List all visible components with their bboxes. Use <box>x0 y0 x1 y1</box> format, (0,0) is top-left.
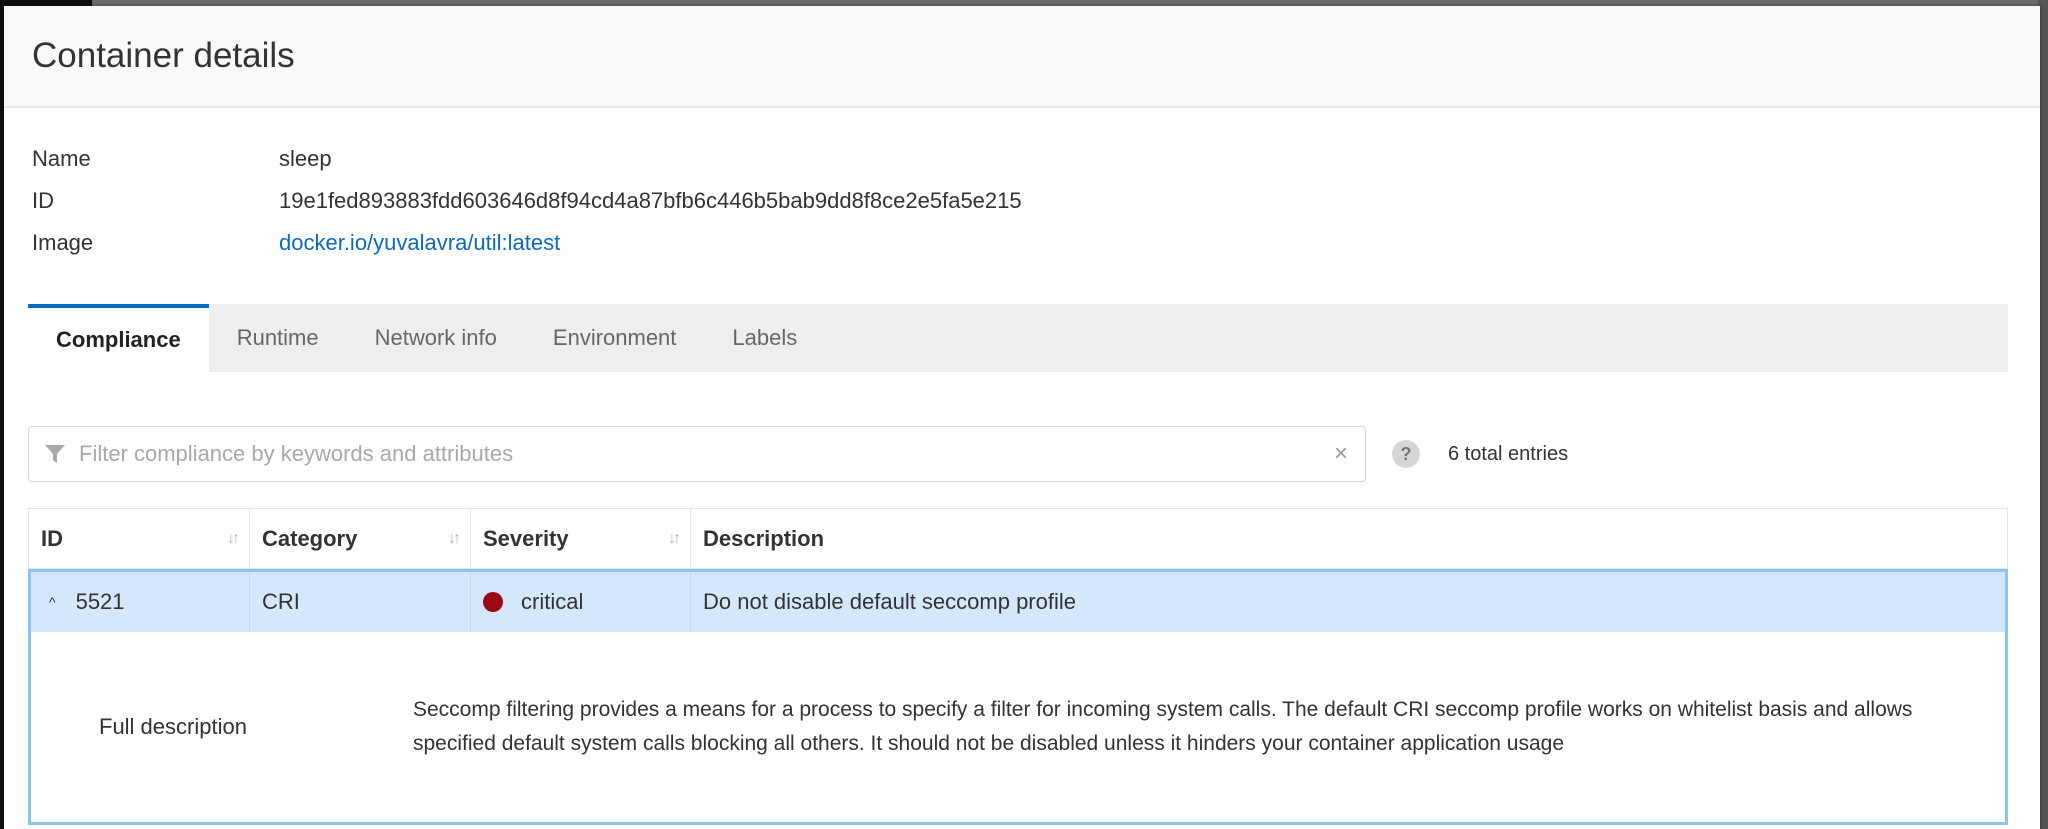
detail-label: Name <box>32 146 91 171</box>
cell-description: Do not disable default seccomp profile <box>703 589 1076 614</box>
column-header-description: Description <box>691 509 2008 568</box>
container-name-value: sleep <box>279 146 332 171</box>
modal-header: Container details <box>4 6 2040 108</box>
column-label: ID <box>41 525 63 551</box>
column-label: Severity <box>483 525 569 551</box>
sort-icon[interactable]: ↓↑ <box>668 530 681 548</box>
compliance-table: ID ↓↑ Category ↓↑ Severity ↓↑ Descriptio… <box>28 508 2008 825</box>
full-description-text: Seccomp filtering provides a means for a… <box>413 698 1913 755</box>
sort-icon[interactable]: ↓↑ <box>448 530 461 548</box>
tab-network-info[interactable]: Network info <box>347 304 525 372</box>
detail-label: Image <box>32 230 94 255</box>
detail-row-id: ID 19e1fed893883fdd603646d8f94cd4a87bfb6… <box>32 180 2040 222</box>
tab-bar: Compliance Runtime Network info Environm… <box>28 304 2008 372</box>
collapse-caret-icon[interactable]: ^ <box>49 594 56 610</box>
table-row[interactable]: ^ 5521 CRI critical Do not disable defau… <box>31 572 2005 632</box>
compliance-id: 5521 <box>75 589 125 614</box>
filter-row: × ? 6 total entries <box>28 426 2008 482</box>
details-section: Name sleep ID 19e1fed893883fdd603646d8f9… <box>4 108 2040 264</box>
table-header: ID ↓↑ Category ↓↑ Severity ↓↑ Descriptio… <box>28 509 2008 569</box>
total-entries-count: 6 total entries <box>1448 442 1569 465</box>
detail-row-image: Image docker.io/yuvalavra/util:latest <box>32 222 2040 264</box>
column-header-category[interactable]: Category ↓↑ <box>250 509 471 568</box>
filter-box: × <box>28 426 1366 482</box>
cell-category: CRI <box>250 572 471 632</box>
cell-id: ^ 5521 <box>31 572 250 632</box>
modal-title: Container details <box>32 36 295 75</box>
full-description-label: Full description <box>99 714 247 739</box>
filter-input[interactable] <box>79 441 1317 467</box>
row-details: Full description Seccomp filtering provi… <box>31 632 2005 822</box>
tab-labels[interactable]: Labels <box>704 304 825 372</box>
tab-compliance[interactable]: Compliance <box>28 304 209 372</box>
severity-critical-icon <box>483 592 503 612</box>
container-id-value: 19e1fed893883fdd603646d8f94cd4a87bfb6c44… <box>279 188 1022 213</box>
expanded-row-container: ^ 5521 CRI critical Do not disable defau… <box>28 569 2008 825</box>
column-label: Description <box>703 525 825 551</box>
clear-filter-button[interactable]: × <box>1317 427 1365 481</box>
detail-label: ID <box>32 188 54 213</box>
severity-label: critical <box>521 589 584 614</box>
cell-severity: critical <box>471 572 691 632</box>
column-header-severity[interactable]: Severity ↓↑ <box>471 509 691 568</box>
column-label: Category <box>262 525 358 551</box>
detail-row-name: Name sleep <box>32 138 2040 180</box>
help-icon[interactable]: ? <box>1392 440 1420 468</box>
image-link[interactable]: docker.io/yuvalavra/util:latest <box>279 230 560 256</box>
column-header-id[interactable]: ID ↓↑ <box>28 509 250 568</box>
tab-runtime[interactable]: Runtime <box>209 304 347 372</box>
filter-icon <box>43 442 67 466</box>
tab-environment[interactable]: Environment <box>525 304 705 372</box>
sort-icon[interactable]: ↓↑ <box>227 530 240 548</box>
